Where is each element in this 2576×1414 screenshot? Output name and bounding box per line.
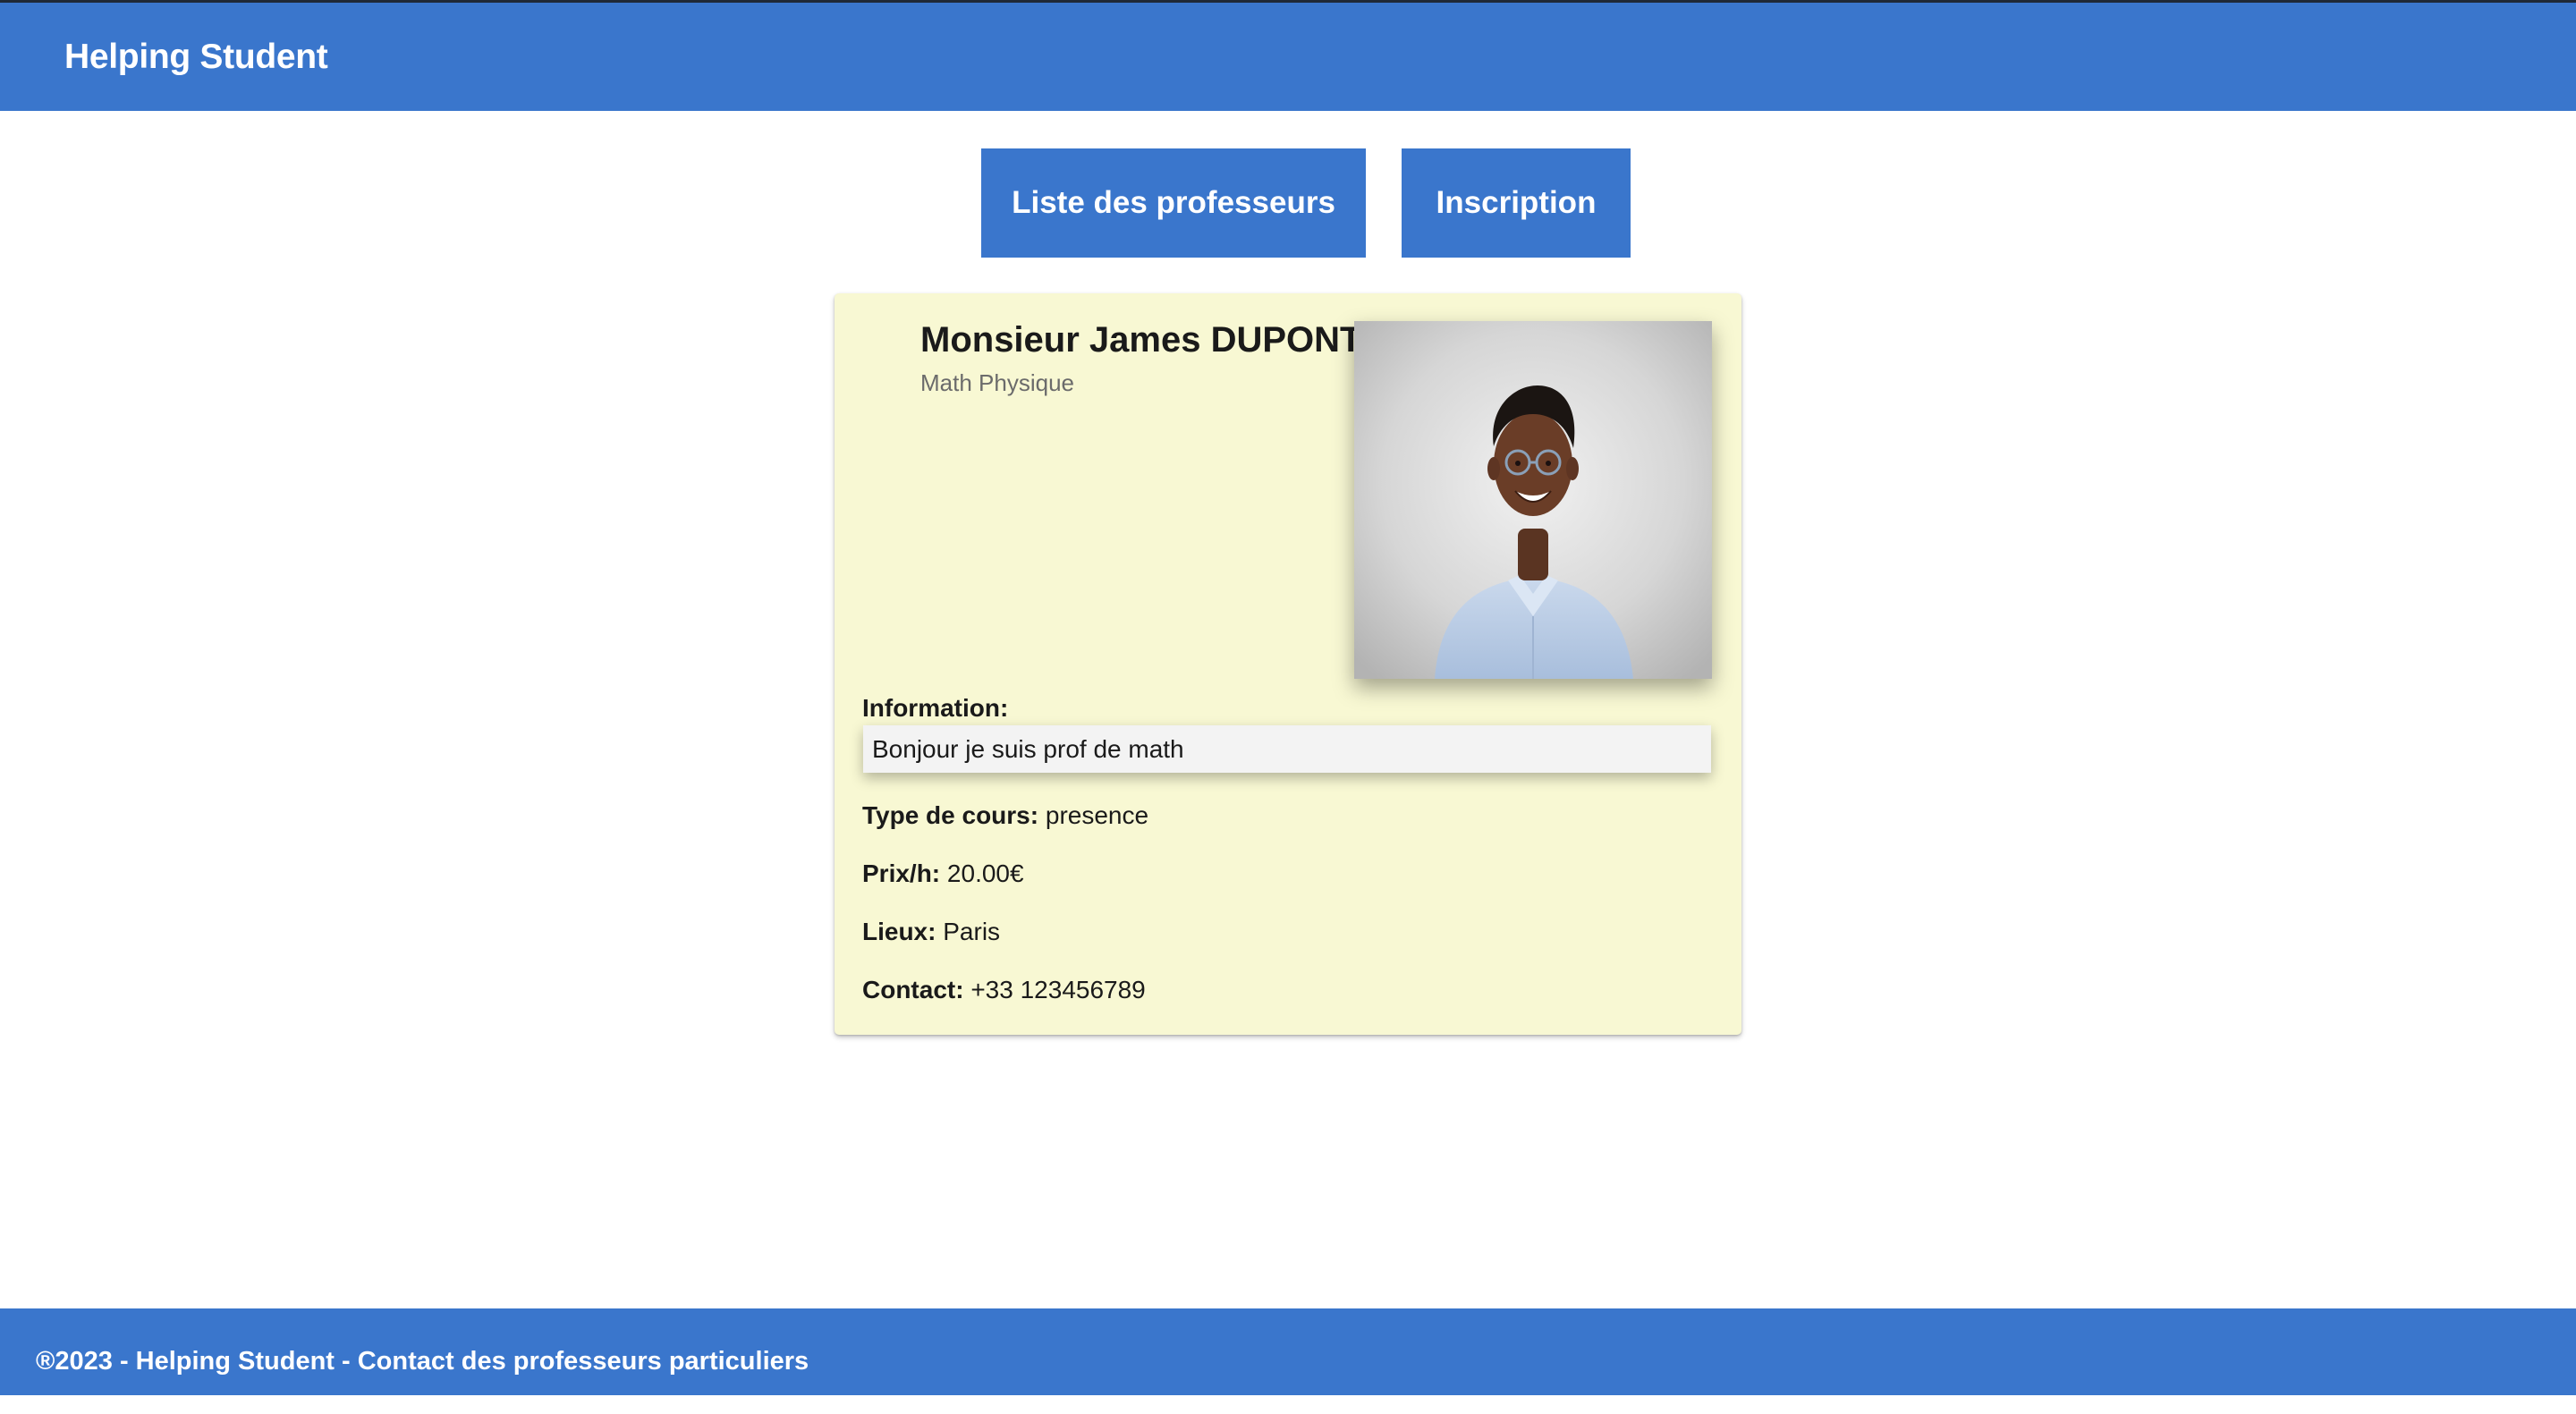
course-type-label: Type de cours: bbox=[862, 801, 1039, 829]
price-row: Prix/h: 20.00€ bbox=[862, 859, 1024, 888]
footer-text: ®2023 - Helping Student - Contact des pr… bbox=[36, 1347, 809, 1376]
teacher-subjects: Math Physique bbox=[920, 369, 1074, 396]
teacher-card: Monsieur James DUPONT Math Physique Info… bbox=[835, 293, 1741, 1035]
information-label: Information: bbox=[862, 694, 1009, 722]
contact-value: +33 123456789 bbox=[970, 976, 1146, 1003]
portrait-image bbox=[1354, 321, 1712, 679]
app-header: Helping Student bbox=[0, 3, 2576, 111]
teachers-list-button[interactable]: Liste des professeurs bbox=[981, 148, 1366, 258]
location-value: Paris bbox=[943, 918, 1001, 945]
contact-label: Contact: bbox=[862, 976, 964, 1003]
course-type-row: Type de cours: presence bbox=[862, 801, 1148, 830]
contact-row: Contact: +33 123456789 bbox=[862, 976, 1146, 1004]
course-type-value: presence bbox=[1045, 801, 1149, 829]
teacher-name: Monsieur James DUPONT bbox=[920, 320, 1362, 360]
location-label: Lieux: bbox=[862, 918, 936, 945]
teacher-photo bbox=[1354, 321, 1712, 679]
signup-button[interactable]: Inscription bbox=[1402, 148, 1631, 258]
location-row: Lieux: Paris bbox=[862, 918, 1000, 946]
price-label: Prix/h: bbox=[862, 859, 941, 887]
app-footer: ®2023 - Helping Student - Contact des pr… bbox=[0, 1308, 2576, 1395]
app-title[interactable]: Helping Student bbox=[64, 3, 328, 111]
information-text: Bonjour je suis prof de math bbox=[863, 725, 1711, 773]
price-value: 20.00€ bbox=[946, 859, 1024, 887]
